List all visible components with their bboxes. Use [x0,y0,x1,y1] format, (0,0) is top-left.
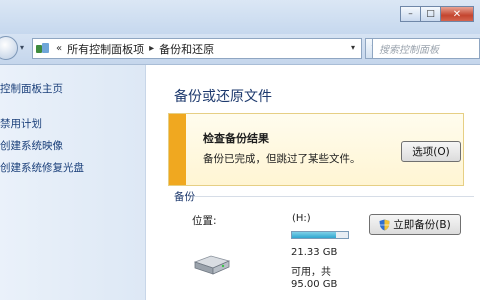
backup-now-button[interactable]: 立即备份(B) [369,214,461,235]
drive-name: (H:) [292,213,311,224]
notice-heading: 检查备份结果 [203,132,269,145]
shield-icon [379,219,390,230]
sidebar-item-create-repair-disc[interactable]: 创建系统修复光盘 [0,160,84,175]
notice-accent-bar [169,114,186,185]
address-bar: ▾ « 所有控制面板项 ▸ 备份和还原 ▾ ↻ 搜索控制面板 [0,34,480,65]
window-controls: – □ ✕ [400,6,474,24]
backup-result-notice: 检查备份结果 备份已完成，但跳过了某些文件。 选项(O) [168,113,464,186]
search-placeholder: 搜索控制面板 [379,45,439,56]
minimize-icon: – [408,9,413,19]
address-dropdown-icon[interactable]: ▾ [351,43,355,52]
section-divider [194,196,474,197]
free-space: 21.33 GB [291,247,338,258]
available-of-label: 可用，共 [291,267,331,278]
breadcrumb[interactable]: « 所有控制面板项 ▸ 备份和还原 ▾ [32,38,362,59]
sidebar-item-create-system-image[interactable]: 创建系统映像 [0,138,63,153]
drive-usage-bar [291,231,349,239]
drive-icon [193,255,231,275]
search-input[interactable]: 搜索控制面板 [372,38,480,59]
maximize-button[interactable]: □ [420,6,440,22]
overflow-chevron-icon[interactable]: « [56,43,62,54]
total-space: 95.00 GB [291,279,338,290]
drive-usage-fill [292,232,336,238]
close-button[interactable]: ✕ [440,6,474,22]
breadcrumb-backup-restore[interactable]: 备份和还原 [159,41,214,57]
sidebar-item-disable-schedule[interactable]: 禁用计划 [0,116,42,131]
notice-text: 备份已完成，但跳过了某些文件。 [203,153,361,165]
recent-pages-dropdown-icon[interactable]: ▾ [20,43,24,52]
control-panel-icon [35,42,51,56]
title-bar: – □ ✕ [0,0,480,34]
back-button[interactable] [0,36,18,60]
location-label: 位置: [192,215,217,227]
breadcrumb-all-items[interactable]: 所有控制面板项 [67,41,144,57]
sidebar-item-control-panel-home[interactable]: 控制面板主页 [0,81,63,96]
breadcrumb-separator-icon[interactable]: ▸ [149,43,154,54]
sidebar: 控制面板主页 禁用计划 创建系统映像 创建系统修复光盘 [0,65,146,300]
backup-section-label: 备份 [174,191,195,203]
options-button[interactable]: 选项(O) [401,141,461,162]
page-title: 备份或还原文件 [174,89,272,105]
backup-now-label: 立即备份(B) [393,219,451,231]
close-icon: ✕ [452,8,462,20]
main-content: 备份或还原文件 检查备份结果 备份已完成，但跳过了某些文件。 选项(O) 备份 … [146,65,480,300]
minimize-button[interactable]: – [400,6,420,22]
maximize-icon: □ [426,9,435,19]
